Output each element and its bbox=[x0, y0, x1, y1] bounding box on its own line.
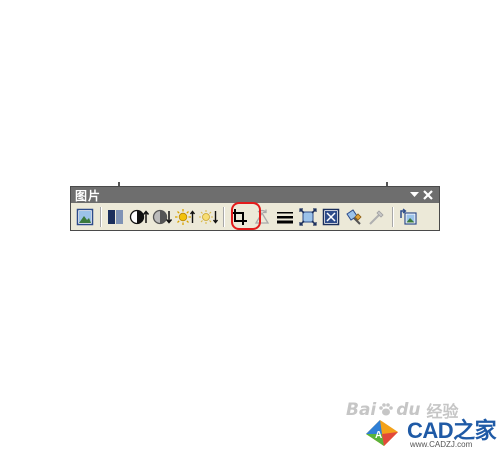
compress-pictures-icon bbox=[299, 207, 317, 226]
line-style-icon bbox=[277, 211, 293, 223]
crop-highlight-circle bbox=[231, 202, 261, 230]
image-control-button[interactable] bbox=[105, 206, 127, 228]
cad-logo-icon: A bbox=[366, 420, 398, 446]
picture-toolbar: 图片 bbox=[70, 186, 440, 231]
set-transparent-color-icon bbox=[369, 209, 384, 225]
set-transparent-color-button[interactable] bbox=[366, 206, 388, 228]
line-style-button[interactable] bbox=[274, 206, 296, 228]
less-brightness-icon bbox=[199, 209, 218, 224]
cad-url-text: www.CADZJ.com bbox=[410, 440, 473, 449]
toolbar-separator bbox=[223, 206, 225, 227]
insert-picture-icon bbox=[76, 208, 94, 225]
less-contrast-icon bbox=[152, 209, 172, 224]
more-contrast-icon bbox=[129, 209, 149, 224]
compress-pictures-button[interactable] bbox=[297, 206, 319, 228]
text-wrapping-button[interactable] bbox=[320, 206, 342, 228]
toolbar-title: 图片 bbox=[75, 188, 102, 203]
text-wrapping-icon bbox=[322, 208, 340, 225]
reset-picture-icon bbox=[400, 207, 417, 225]
image-control-icon bbox=[108, 209, 123, 224]
more-brightness-button[interactable] bbox=[174, 206, 196, 228]
less-brightness-button[interactable] bbox=[197, 206, 219, 228]
toolbar-buttons bbox=[71, 202, 439, 230]
toolbar-separator bbox=[392, 206, 394, 227]
more-brightness-icon bbox=[175, 208, 195, 225]
more-contrast-button[interactable] bbox=[128, 206, 150, 228]
close-icon[interactable] bbox=[421, 188, 435, 202]
less-contrast-button[interactable] bbox=[151, 206, 173, 228]
format-picture-icon bbox=[346, 208, 362, 225]
toolbar-titlebar[interactable]: 图片 bbox=[71, 187, 439, 203]
toolbar-separator bbox=[100, 206, 102, 227]
format-picture-button[interactable] bbox=[343, 206, 365, 228]
insert-picture-button[interactable] bbox=[74, 206, 96, 228]
svg-text:A: A bbox=[375, 430, 382, 441]
triangle-down-icon[interactable] bbox=[407, 188, 421, 202]
reset-picture-button[interactable] bbox=[397, 206, 419, 228]
